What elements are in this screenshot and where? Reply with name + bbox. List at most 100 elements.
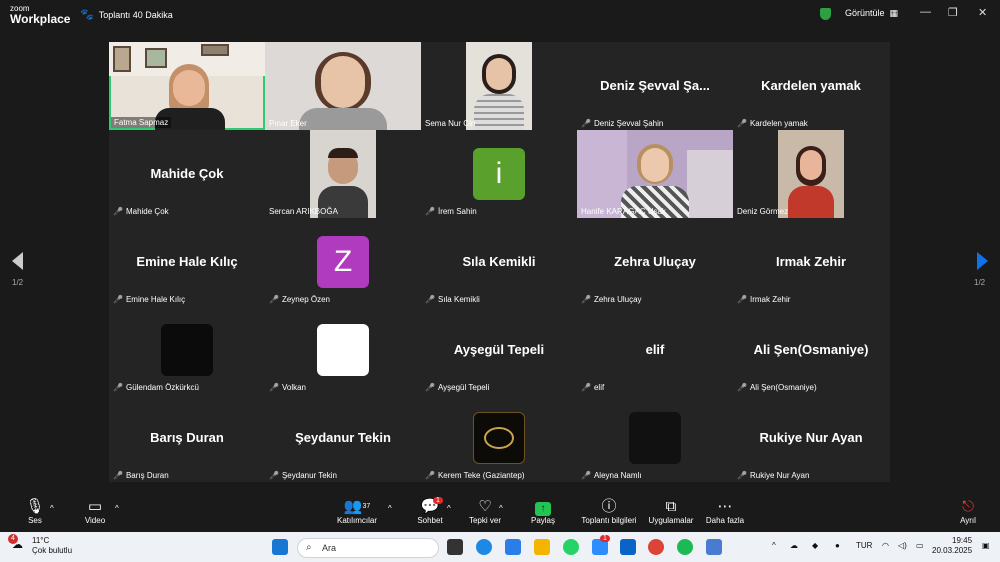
page-indicator-left: 1/2 [12, 278, 24, 287]
video-tile-deniz-sevval-sahin[interactable]: Deniz Şevval Şa... 🎤 Deniz Şevval Şahin [577, 42, 733, 130]
audio-button[interactable]: 🎙 Ses [22, 498, 48, 525]
meeting-info-button[interactable]: ⓘ Toplantı bilgileri [578, 498, 640, 525]
participant-name: Sıla Kemikli [462, 254, 536, 269]
video-tile-fatma-sapmaz[interactable]: Fatma Sapmaz [109, 42, 265, 130]
video-tile-emine-hale-kilic[interactable]: Emine Hale Kılıç 🎤 Emine Hale Kılıç [109, 218, 265, 306]
spotify-icon[interactable] [677, 539, 693, 555]
restore-icon[interactable]: ❐ [948, 6, 958, 19]
participants-chevron-icon[interactable]: ^ [388, 504, 392, 513]
file-explorer-icon[interactable] [534, 539, 550, 555]
close-icon[interactable]: ✕ [978, 6, 987, 19]
wifi-icon[interactable]: ◠ [882, 541, 889, 550]
share-button[interactable]: ↑ Paylaş [528, 498, 558, 525]
tray-app-icon[interactable]: ◆ [812, 541, 818, 550]
video-tile-zeynep-ozen[interactable]: Z 🎤 Zeynep Özen [265, 218, 421, 306]
mic-muted-icon: 🎤 [269, 471, 279, 480]
language-indicator[interactable]: TUR [856, 541, 872, 550]
reactions-chevron-icon[interactable]: ^ [499, 504, 503, 513]
video-tile-sercan-arikboga[interactable]: Sercan ARIKBOĞA [265, 130, 421, 218]
minimize-icon[interactable]: — [920, 6, 931, 18]
paw-icon: 🐾 [80, 9, 94, 21]
video-tile-zehra-ulucay[interactable]: Zehra Uluçay 🎤 Zehra Uluçay [577, 218, 733, 306]
participant-label: 🎤 Sıla Kemikli [425, 295, 480, 304]
video-tile-hanife-karagac-usak[interactable]: Hanife KARAGAÇ Uşak [577, 130, 733, 218]
video-options-chevron-icon[interactable]: ^ [115, 504, 119, 513]
video-tile-ali-sen[interactable]: Ali Şen(Osmaniye) 🎤 Ali Şen(Osmaniye) [733, 306, 889, 394]
volume-icon[interactable]: ◁) [898, 541, 907, 550]
video-tile-rukiye-nur-ayan[interactable]: Rukiye Nur Ayan 🎤 Rukiye Nur Ayan [733, 394, 889, 482]
apps-button[interactable]: ⧉ Uygulamalar [647, 498, 695, 525]
participant-label: 🎤 elif [581, 383, 605, 392]
task-view-icon[interactable] [447, 539, 463, 555]
zoom-taskbar-icon[interactable]: 1 [592, 535, 610, 555]
share-screen-icon: ↑ [535, 502, 551, 516]
video-tile-kardelen-yamak[interactable]: Kardelen yamak 🎤 Kardelen yamak [733, 42, 889, 130]
battery-icon[interactable]: ▭ [916, 541, 924, 550]
video-tile-aysegul-tepeli[interactable]: Ayşegül Tepeli 🎤 Ayşegül Tepeli [421, 306, 577, 394]
search-icon: ⌕ [306, 542, 312, 553]
info-icon: ⓘ [601, 498, 617, 515]
participant-label: 🎤 Gülendam Özkürkcü [113, 383, 199, 392]
leave-button[interactable]: ⎋ Ayrıl [956, 498, 980, 525]
participant-label: 🎤 Zehra Uluçay [581, 295, 642, 304]
cloud-tray-icon[interactable]: ☁ [790, 541, 798, 550]
video-tile-irem-sahin[interactable]: i 🎤 İrem Sahin [421, 130, 577, 218]
participant-label: 🎤 Rukiye Nur Ayan [737, 471, 810, 480]
next-page-icon[interactable] [977, 252, 988, 270]
todo-icon[interactable] [505, 539, 521, 555]
shield-icon[interactable] [820, 8, 831, 20]
audio-options-chevron-icon[interactable]: ^ [50, 504, 54, 513]
app-icon[interactable] [706, 539, 722, 555]
video-tile-sila-kemikli[interactable]: Sıla Kemikli 🎤 Sıla Kemikli [421, 218, 577, 306]
mic-muted-icon: 🎤 [581, 119, 591, 128]
video-tile-elif[interactable]: elif 🎤 elif [577, 306, 733, 394]
leave-label: Ayrıl [960, 516, 976, 525]
more-button[interactable]: ⋯ Daha fazla [705, 498, 745, 525]
grid-icon: ▦ [889, 8, 899, 18]
apps-label: Uygulamalar [648, 516, 694, 525]
outlook-icon[interactable] [620, 539, 636, 555]
video-tile-mahide-cok[interactable]: Mahide Çok 🎤 Mahide Çok [109, 130, 265, 218]
mic-muted-icon: 🎤 [737, 119, 747, 128]
participant-label: 🎤 İrem Sahin [425, 207, 477, 216]
notification-icon[interactable]: ▣ [982, 541, 990, 550]
video-tile-seydanur-tekin[interactable]: Şeydanur Tekin 🎤 Şeydanur Tekin [265, 394, 421, 482]
chat-button[interactable]: 💬 1 Sohbet [415, 497, 445, 525]
chrome-icon[interactable] [648, 539, 664, 555]
clock-date: 20.03.2025 [932, 546, 973, 555]
video-tile-pinar-eker[interactable]: Pınar Eker [265, 42, 421, 130]
participants-button[interactable]: 👥37 Katılımcılar [335, 498, 379, 525]
video-tile-kerem-teke[interactable]: 🎤 Kerem Teke (Gaziantep) [421, 394, 577, 482]
participant-label: Deniz Görmez [737, 207, 789, 216]
prev-page-icon[interactable] [12, 252, 23, 270]
meeting-title[interactable]: 🐾 Toplantı 40 Dakika [80, 8, 173, 21]
view-button[interactable]: Görüntüle ▦ [845, 8, 898, 19]
video-tile-volkan[interactable]: 🎤 Volkan [265, 306, 421, 394]
mic-muted-icon: 🎤 [581, 295, 591, 304]
edge-icon[interactable] [476, 539, 492, 555]
reactions-label: Tepki ver [468, 516, 501, 525]
avatar [161, 324, 213, 376]
video-button[interactable]: ▭ Video [80, 498, 110, 525]
video-tile-baris-duran[interactable]: Barış Duran 🎤 Barış Duran [109, 394, 265, 482]
video-tile-aleyna-namli[interactable]: 🎤 Aleyna Namlı [577, 394, 733, 482]
cloud-icon: ☁ [12, 539, 23, 551]
camera-icon: ▭ [87, 498, 103, 515]
chat-chevron-icon[interactable]: ^ [447, 504, 451, 513]
participant-name: Rukiye Nur Ayan [759, 430, 863, 445]
tray-app2-icon[interactable]: ● [835, 541, 840, 550]
participant-label: 🎤 Aleyna Namlı [581, 471, 642, 480]
video-tile-gulendam-ozkurkcu[interactable]: 🎤 Gülendam Özkürkcü [109, 306, 265, 394]
clock[interactable]: 19:45 20.03.2025 [932, 536, 972, 556]
video-tile-sema-nur-cin[interactable]: Sema Nur Cin [421, 42, 577, 130]
search-box[interactable]: ⌕ Ara [297, 538, 439, 558]
participant-name: Irmak Zehir [775, 254, 847, 269]
start-icon[interactable] [272, 539, 288, 555]
video-tile-deniz-gormez[interactable]: Deniz Görmez [733, 130, 889, 218]
tray-chevron-icon[interactable]: ^ [772, 541, 776, 550]
video-tile-irmak-zehir[interactable]: Irmak Zehir 🎤 Irmak Zehir [733, 218, 889, 306]
participant-label: 🎤 Kerem Teke (Gaziantep) [425, 471, 525, 480]
participant-label: 🎤 Şeydanur Tekin [269, 471, 337, 480]
title-bar: zoom Workplace 🐾 Toplantı 40 Dakika Görü… [0, 0, 1000, 28]
whatsapp-icon[interactable] [563, 539, 579, 555]
